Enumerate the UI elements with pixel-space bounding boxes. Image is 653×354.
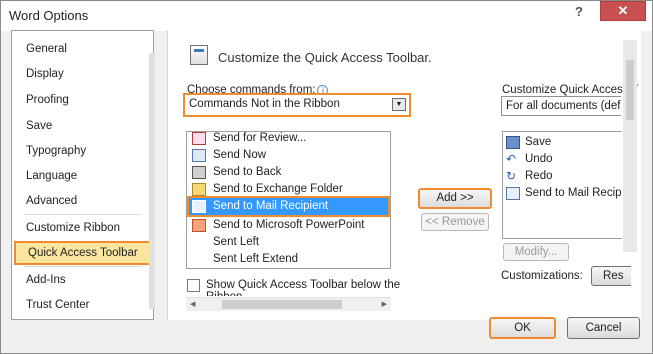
list-item[interactable]: Send to Mail Recipi	[503, 185, 622, 202]
nav-item-typography[interactable]: Typography	[26, 145, 86, 157]
nav-scrollbar[interactable]	[149, 53, 155, 309]
list-item[interactable]: Send to Back	[187, 164, 390, 181]
nav-item-language[interactable]: Language	[26, 170, 77, 182]
scroll-right-icon[interactable]: ▶	[382, 300, 387, 308]
scrollbar-thumb[interactable]	[626, 60, 634, 120]
choose-commands-value: Commands Not in the Ribbon	[189, 98, 340, 110]
mail-recipient-icon	[192, 200, 206, 213]
reset-button[interactable]: Res	[591, 266, 631, 286]
undo-icon: ↶	[506, 152, 517, 166]
commands-list[interactable]: Send for Review... Send Now Send to Back…	[186, 131, 391, 269]
list-item[interactable]: Save	[503, 134, 622, 151]
close-button[interactable]: ✕	[600, 1, 646, 21]
nav-item-add-ins[interactable]: Add-Ins	[26, 274, 66, 286]
list-item[interactable]: Sent Left Extend	[187, 251, 390, 268]
customize-qat-value: For all documents (defa	[506, 100, 621, 112]
choose-commands-dropdown[interactable]: Commands Not in the Ribbon ▼	[183, 93, 411, 117]
list-item[interactable]: Send to Microsoft PowerPoint	[187, 217, 390, 234]
list-item[interactable]: Send Now	[187, 147, 390, 164]
title-bar: Word Options ? ✕	[1, 1, 652, 31]
show-below-ribbon-label: Show Quick Access Toolbar below the Ribb…	[206, 279, 401, 296]
cancel-button[interactable]: Cancel	[567, 317, 640, 339]
ok-button[interactable]: OK	[489, 317, 556, 339]
remove-button[interactable]: << Remove	[421, 213, 489, 231]
dialog-title: Word Options	[9, 8, 89, 23]
mail-recipient-icon	[506, 187, 520, 200]
quick-access-toolbar-icon	[190, 45, 208, 65]
help-button[interactable]: ?	[566, 2, 592, 22]
nav-item-customize-ribbon[interactable]: Customize Ribbon	[26, 222, 120, 234]
send-back-icon	[192, 166, 206, 179]
save-icon	[506, 136, 520, 149]
modify-button[interactable]: Modify...	[503, 243, 569, 261]
content-scrollbar[interactable]	[623, 40, 637, 252]
nav-item-trust-center[interactable]: Trust Center	[26, 299, 89, 311]
nav-item-display[interactable]: Display	[26, 68, 64, 80]
redo-icon: ↻	[506, 169, 517, 183]
nav-item-advanced[interactable]: Advanced	[26, 195, 77, 207]
list-item[interactable]: Send for Review...	[187, 132, 390, 147]
nav-item-save[interactable]: Save	[26, 120, 52, 132]
list-item-selected[interactable]: Send to Mail Recipient	[187, 196, 390, 217]
add-button[interactable]: Add >>	[418, 188, 492, 209]
scroll-left-icon[interactable]: ◀	[190, 300, 195, 308]
customize-qat-label: Customize Quick Access T	[502, 84, 639, 96]
scrollbar-thumb[interactable]	[222, 300, 342, 309]
options-nav: General Display Proofing Save Typography…	[11, 30, 155, 320]
chevron-down-icon[interactable]: ▼	[392, 98, 406, 111]
nav-separator	[24, 214, 142, 215]
powerpoint-icon	[192, 219, 206, 232]
nav-separator	[24, 266, 142, 267]
customizations-label: Customizations:	[501, 270, 583, 282]
list-item[interactable]: ↻ Redo	[503, 168, 622, 185]
nav-item-quick-access-toolbar[interactable]: Quick Access Toolbar	[14, 241, 152, 265]
nav-item-proofing[interactable]: Proofing	[26, 94, 69, 106]
send-now-icon	[192, 149, 206, 162]
nav-item-general[interactable]: General	[26, 43, 67, 55]
toolbar-items-list[interactable]: Save ↶ Undo ↻ Redo Send to Mail Recipi	[502, 131, 622, 239]
exchange-folder-icon	[192, 183, 206, 196]
customize-qat-dropdown[interactable]: For all documents (defa	[501, 96, 621, 116]
list-item[interactable]: ↶ Undo	[503, 151, 622, 168]
list-item[interactable]: Sent Left	[187, 234, 390, 251]
page-heading: Customize the Quick Access Toolbar.	[218, 50, 432, 65]
review-icon	[192, 132, 206, 145]
horizontal-scrollbar[interactable]: ◀ ▶	[186, 297, 391, 311]
show-below-ribbon-checkbox[interactable]	[187, 279, 200, 292]
